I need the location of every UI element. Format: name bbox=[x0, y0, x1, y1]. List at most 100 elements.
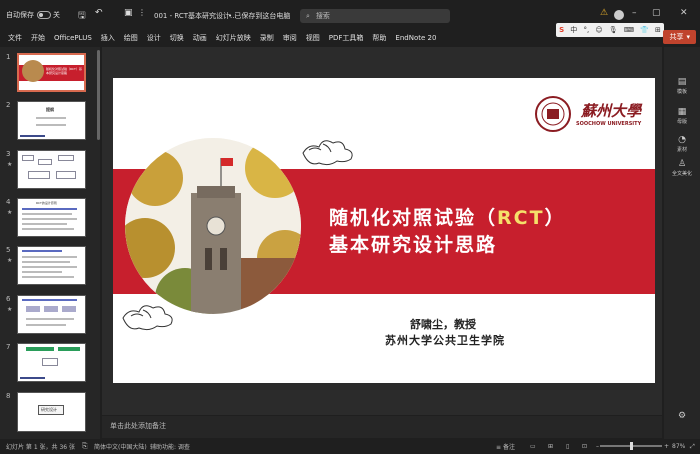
avatar[interactable] bbox=[614, 10, 624, 20]
tab-insert[interactable]: 插入 bbox=[101, 33, 115, 43]
spellcheck-icon[interactable]: ⎘ bbox=[82, 442, 88, 451]
tab-home[interactable]: 开始 bbox=[31, 33, 45, 43]
title-rct: RCT bbox=[497, 207, 545, 229]
thumb-number: 2 bbox=[6, 101, 11, 109]
current-slide[interactable]: 随机化对照试验（RCT） 基本研究设计思路 舒啸尘，教授 苏州大学公共卫生学院 … bbox=[113, 78, 655, 383]
present-icon[interactable]: ▣ bbox=[124, 8, 133, 18]
ribbon-tabs: 文件 开始 OfficePLUS 插入 绘图 设计 切换 动画 幻灯片放映 录制… bbox=[0, 30, 700, 45]
slide-thumbnail[interactable] bbox=[17, 246, 86, 285]
zoom-slider-thumb[interactable] bbox=[630, 442, 633, 450]
customize-toolbar-icon[interactable]: ⋮ bbox=[138, 8, 146, 17]
side-label: 全文美化 bbox=[671, 171, 692, 177]
tab-file[interactable]: 文件 bbox=[8, 33, 22, 43]
thumb-number: 8 bbox=[6, 392, 11, 400]
slide-thumbnail[interactable] bbox=[17, 295, 86, 334]
thumb-number: 5 bbox=[6, 246, 11, 254]
slide-thumbnail[interactable] bbox=[17, 343, 86, 382]
animation-star-icon: ★ bbox=[7, 306, 13, 313]
side-assets-button[interactable]: ◔ 素材 bbox=[664, 135, 700, 153]
thumb-number: 7 bbox=[6, 343, 11, 351]
normal-view-icon[interactable]: ▭ bbox=[530, 443, 536, 450]
warning-icon[interactable]: ⚠ bbox=[600, 8, 608, 18]
share-button[interactable]: 共享 ▾ bbox=[663, 30, 696, 44]
slide-title-line-1[interactable]: 随机化对照试验（RCT） bbox=[329, 203, 566, 230]
tab-record[interactable]: 录制 bbox=[260, 33, 274, 43]
slide-thumbnail[interactable] bbox=[17, 150, 86, 189]
side-template-button[interactable]: ▤ 模板 bbox=[664, 77, 700, 95]
university-logo-text: 蘇州大學 bbox=[581, 102, 642, 120]
animation-star-icon: ★ bbox=[7, 209, 13, 216]
tab-review[interactable]: 审阅 bbox=[283, 33, 297, 43]
accessibility-status[interactable]: 辅助功能: 调查 bbox=[150, 442, 190, 451]
slide-title-line-2[interactable]: 基本研究设计思路 bbox=[329, 230, 497, 257]
side-master-button[interactable]: ▦ 母版 bbox=[664, 107, 700, 125]
slideshow-icon[interactable]: ⊡ bbox=[582, 443, 587, 450]
save-icon[interactable]: 🖫 bbox=[78, 8, 86, 24]
share-label: 共享 bbox=[669, 33, 684, 41]
language-status[interactable]: 简体中文(中国大陆) bbox=[94, 442, 147, 451]
animation-star-icon: ★ bbox=[7, 161, 13, 168]
title-text: 随机化对照试验（ bbox=[329, 207, 498, 229]
thumb-title: RCT的设计原则 bbox=[36, 201, 57, 205]
search-icon: ⌕ bbox=[306, 11, 310, 20]
side-label: 母版 bbox=[676, 119, 687, 125]
zoom-out-icon[interactable]: – bbox=[596, 443, 599, 450]
notes-label: 备注 bbox=[502, 444, 515, 451]
thumb-title: 提纲 bbox=[46, 107, 54, 112]
tab-draw[interactable]: 绘图 bbox=[124, 33, 138, 43]
notes-pane[interactable]: 单击此处添加备注 bbox=[102, 416, 662, 438]
thumbnails-scrollbar[interactable] bbox=[97, 50, 100, 140]
tab-endnote[interactable]: EndNote 20 bbox=[395, 34, 436, 42]
zoom-in-icon[interactable]: + bbox=[664, 443, 669, 450]
tab-animations[interactable]: 动画 bbox=[193, 33, 207, 43]
tab-pdf-toolbox[interactable]: PDF工具箱 bbox=[329, 33, 364, 43]
document-title: 001 - RCT基本研究设计... bbox=[154, 12, 237, 20]
slide-sorter-icon[interactable]: ⊞ bbox=[548, 443, 553, 450]
close-icon[interactable]: ✕ bbox=[680, 8, 688, 18]
side-label: 模板 bbox=[676, 89, 687, 95]
notes-placeholder: 单击此处添加备注 bbox=[110, 422, 166, 430]
university-seal-icon bbox=[535, 96, 571, 132]
thumb-title: 随机化对照试验（RCT）基本研究设计思路 bbox=[46, 67, 82, 75]
zoom-level[interactable]: 87% bbox=[672, 443, 685, 450]
university-logo-english: SOOCHOW UNIVERSITY bbox=[576, 121, 642, 127]
slide-thumbnail[interactable]: 研究设计 bbox=[17, 392, 86, 432]
maximize-icon[interactable]: ▢ bbox=[652, 8, 661, 18]
slide-thumbnails-pane[interactable]: 1 随机化对照试验（RCT）基本研究设计思路 2 提纲 3 ★ 4 ★ RCT的… bbox=[0, 47, 100, 439]
slide-thumbnail[interactable]: RCT的设计原则 bbox=[17, 198, 86, 237]
tab-slideshow[interactable]: 幻灯片放映 bbox=[216, 33, 251, 43]
autosave-toggle[interactable] bbox=[37, 11, 51, 19]
autosave[interactable]: 自动保存 关 bbox=[6, 10, 60, 20]
search-placeholder: 搜索 bbox=[315, 12, 330, 20]
tab-design[interactable]: 设计 bbox=[147, 33, 161, 43]
side-beautify-button[interactable]: ♙ 全文美化 bbox=[664, 159, 700, 177]
designer-side-panel: ▤ 模板 ▦ 母版 ◔ 素材 ♙ 全文美化 ⚙ bbox=[664, 47, 700, 439]
tab-view[interactable]: 视图 bbox=[306, 33, 320, 43]
slide-thumbnail[interactable]: 随机化对照试验（RCT）基本研究设计思路 bbox=[17, 53, 86, 92]
undo-icon[interactable]: ↶ bbox=[95, 8, 103, 18]
clock-tower-image-icon bbox=[125, 138, 301, 314]
author-name[interactable]: 舒啸尘，教授 bbox=[410, 316, 476, 332]
thumb-number: 4 bbox=[6, 198, 11, 206]
author-affiliation[interactable]: 苏州大学公共卫生学院 bbox=[385, 332, 505, 348]
title-text: ） bbox=[544, 207, 566, 229]
animation-star-icon: ★ bbox=[7, 257, 13, 264]
autosave-label: 自动保存 bbox=[6, 11, 34, 19]
reading-view-icon[interactable]: ▯ bbox=[566, 443, 569, 450]
tab-transitions[interactable]: 切换 bbox=[170, 33, 184, 43]
tab-officeplus[interactable]: OfficePLUS bbox=[54, 34, 92, 42]
save-status[interactable]: • 已保存到这台电脑 bbox=[228, 11, 290, 21]
fit-slide-icon[interactable]: ⤢ bbox=[690, 443, 695, 451]
side-label: 素材 bbox=[676, 147, 687, 153]
status-bar: 幻灯片 第 1 张，共 36 张 ⎘ 简体中文(中国大陆) 辅助功能: 调查 ≡… bbox=[0, 439, 700, 454]
chevron-down-icon: ▾ bbox=[686, 33, 690, 41]
assets-icon: ◔ bbox=[678, 135, 686, 145]
master-icon: ▦ bbox=[677, 107, 687, 117]
settings-gear-icon[interactable]: ⚙ bbox=[678, 411, 686, 421]
minimize-icon[interactable]: – bbox=[632, 8, 637, 18]
clock-tower-photo bbox=[125, 138, 301, 314]
search-box[interactable]: ⌕ 搜索 bbox=[300, 9, 450, 23]
tab-help[interactable]: 帮助 bbox=[372, 33, 386, 43]
notes-toggle[interactable]: ≡ 备注 bbox=[496, 442, 515, 451]
slide-thumbnail[interactable]: 提纲 bbox=[17, 101, 86, 140]
